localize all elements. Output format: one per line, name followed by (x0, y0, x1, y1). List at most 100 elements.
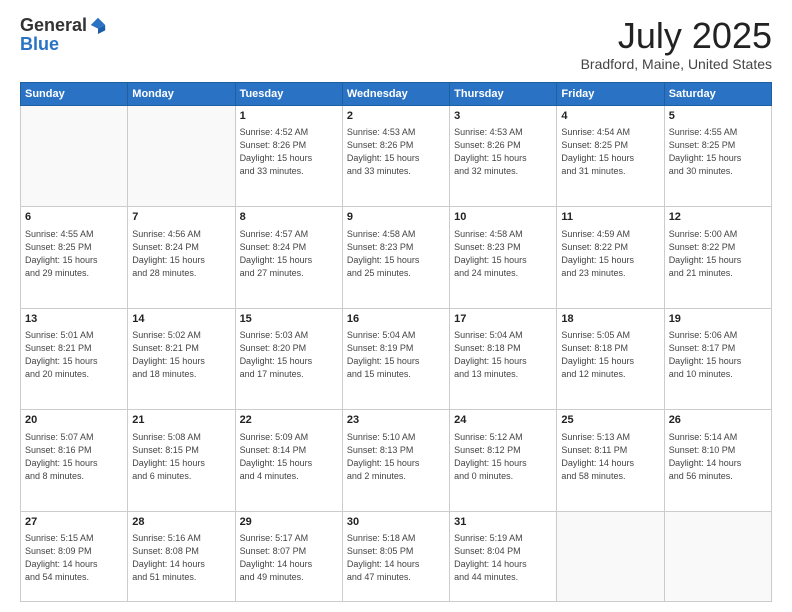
day-number: 19 (669, 312, 767, 327)
day-info: Sunrise: 5:19 AM Sunset: 8:04 PM Dayligh… (454, 532, 552, 584)
day-info: Sunrise: 4:57 AM Sunset: 8:24 PM Dayligh… (240, 228, 338, 280)
calendar-week-4: 20 Sunrise: 5:07 AM Sunset: 8:16 PM Dayli… (21, 410, 772, 512)
calendar-header-tuesday: Tuesday (235, 82, 342, 105)
logo-text: General (20, 16, 107, 34)
day-info: Sunrise: 4:56 AM Sunset: 8:24 PM Dayligh… (132, 228, 230, 280)
day-number: 21 (132, 413, 230, 428)
calendar-header-monday: Monday (128, 82, 235, 105)
calendar-cell: 15Sunrise: 5:03 AM Sunset: 8:20 PM Dayli… (235, 308, 342, 410)
day-number: 2 (347, 109, 445, 124)
day-number: 9 (347, 210, 445, 225)
day-info: Sunrise: 5:12 AM Sunset: 8:12 PM Dayligh… (454, 431, 552, 483)
calendar-header-friday: Friday (557, 82, 664, 105)
calendar-cell: 18 Sunrise: 5:05 AM Sunset: 8:18 PM Dayli… (557, 308, 664, 410)
calendar-cell (128, 105, 235, 207)
calendar-cell: 9 Sunrise: 4:58 AM Sunset: 8:23 PM Daylig… (342, 207, 449, 309)
calendar-cell: 25 Sunrise: 5:13 AM Sunset: 8:11 PM Dayli… (557, 410, 664, 512)
subtitle: Bradford, Maine, United States (581, 56, 772, 72)
day-info: Sunrise: 4:55 AM Sunset: 8:25 PM Dayligh… (25, 228, 123, 280)
day-info: Sunrise: 4:53 AM Sunset: 8:26 PM Dayligh… (454, 126, 552, 178)
calendar-cell: 20 Sunrise: 5:07 AM Sunset: 8:16 PM Dayli… (21, 410, 128, 512)
calendar-header-thursday: Thursday (450, 82, 557, 105)
day-info: Sunrise: 5:06 AM Sunset: 8:17 PM Dayligh… (669, 329, 767, 381)
calendar-cell (21, 105, 128, 207)
calendar-cell: 3 Sunrise: 4:53 AM Sunset: 8:26 PM Daylig… (450, 105, 557, 207)
day-info: Sunrise: 5:15 AM Sunset: 8:09 PM Dayligh… (25, 532, 123, 584)
calendar-header-wednesday: Wednesday (342, 82, 449, 105)
logo-icon (89, 16, 107, 34)
day-info: Sunrise: 5:05 AM Sunset: 8:18 PM Dayligh… (561, 329, 659, 381)
day-number: 1 (240, 109, 338, 124)
day-number: 22 (240, 413, 338, 428)
calendar-cell: 10 Sunrise: 4:58 AM Sunset: 8:23 PM Dayli… (450, 207, 557, 309)
day-number: 29 (240, 515, 338, 530)
day-number: 13 (25, 312, 123, 327)
day-number: 4 (561, 109, 659, 124)
logo-blue-text: Blue (20, 34, 59, 54)
day-number: 6 (25, 210, 123, 225)
title-area: July 2025 Bradford, Maine, United States (581, 16, 772, 72)
day-number: 14 (132, 312, 230, 327)
day-number: 12 (669, 210, 767, 225)
day-info: Sunrise: 4:55 AM Sunset: 8:25 PM Dayligh… (669, 126, 767, 178)
day-number: 10 (454, 210, 552, 225)
calendar-cell (664, 511, 771, 601)
day-number: 30 (347, 515, 445, 530)
calendar-cell: 29Sunrise: 5:17 AM Sunset: 8:07 PM Dayli… (235, 511, 342, 601)
day-info: Sunrise: 4:59 AM Sunset: 8:22 PM Dayligh… (561, 228, 659, 280)
calendar-cell: 16Sunrise: 5:04 AM Sunset: 8:19 PM Dayli… (342, 308, 449, 410)
day-info: Sunrise: 5:07 AM Sunset: 8:16 PM Dayligh… (25, 431, 123, 483)
calendar-week-5: 27 Sunrise: 5:15 AM Sunset: 8:09 PM Dayli… (21, 511, 772, 601)
calendar-header-saturday: Saturday (664, 82, 771, 105)
day-number: 25 (561, 413, 659, 428)
day-number: 20 (25, 413, 123, 428)
logo: General Blue (20, 16, 107, 55)
calendar-cell: 23 Sunrise: 5:10 AM Sunset: 8:13 PM Dayli… (342, 410, 449, 512)
calendar-cell: 1 Sunrise: 4:52 AM Sunset: 8:26 PM Daylig… (235, 105, 342, 207)
day-number: 15 (240, 312, 338, 327)
day-number: 18 (561, 312, 659, 327)
calendar-cell: 22Sunrise: 5:09 AM Sunset: 8:14 PM Dayli… (235, 410, 342, 512)
day-number: 27 (25, 515, 123, 530)
day-number: 16 (347, 312, 445, 327)
calendar-cell: 5Sunrise: 4:55 AM Sunset: 8:25 PM Daylig… (664, 105, 771, 207)
calendar-cell: 28Sunrise: 5:16 AM Sunset: 8:08 PM Dayli… (128, 511, 235, 601)
day-number: 26 (669, 413, 767, 428)
calendar-cell: 27 Sunrise: 5:15 AM Sunset: 8:09 PM Dayli… (21, 511, 128, 601)
day-info: Sunrise: 4:52 AM Sunset: 8:26 PM Dayligh… (240, 126, 338, 178)
calendar-cell: 6 Sunrise: 4:55 AM Sunset: 8:25 PM Daylig… (21, 207, 128, 309)
day-number: 23 (347, 413, 445, 428)
calendar-week-2: 6 Sunrise: 4:55 AM Sunset: 8:25 PM Daylig… (21, 207, 772, 309)
day-info: Sunrise: 5:00 AM Sunset: 8:22 PM Dayligh… (669, 228, 767, 280)
calendar-cell: 13Sunrise: 5:01 AM Sunset: 8:21 PM Dayli… (21, 308, 128, 410)
calendar-cell: 12 Sunrise: 5:00 AM Sunset: 8:22 PM Dayli… (664, 207, 771, 309)
day-info: Sunrise: 5:14 AM Sunset: 8:10 PM Dayligh… (669, 431, 767, 483)
day-info: Sunrise: 4:54 AM Sunset: 8:25 PM Dayligh… (561, 126, 659, 178)
day-number: 31 (454, 515, 552, 530)
calendar-cell: 11 Sunrise: 4:59 AM Sunset: 8:22 PM Dayli… (557, 207, 664, 309)
calendar-cell: 24Sunrise: 5:12 AM Sunset: 8:12 PM Dayli… (450, 410, 557, 512)
day-info: Sunrise: 5:18 AM Sunset: 8:05 PM Dayligh… (347, 532, 445, 584)
calendar-week-1: 1 Sunrise: 4:52 AM Sunset: 8:26 PM Daylig… (21, 105, 772, 207)
day-info: Sunrise: 5:08 AM Sunset: 8:15 PM Dayligh… (132, 431, 230, 483)
calendar-week-3: 13Sunrise: 5:01 AM Sunset: 8:21 PM Dayli… (21, 308, 772, 410)
calendar-cell: 7 Sunrise: 4:56 AM Sunset: 8:24 PM Daylig… (128, 207, 235, 309)
day-number: 8 (240, 210, 338, 225)
header: General Blue July 2025 Bradford, Maine, … (20, 16, 772, 72)
page: General Blue July 2025 Bradford, Maine, … (0, 0, 792, 612)
calendar-cell: 21 Sunrise: 5:08 AM Sunset: 8:15 PM Dayli… (128, 410, 235, 512)
calendar-cell: 30 Sunrise: 5:18 AM Sunset: 8:05 PM Dayli… (342, 511, 449, 601)
day-number: 7 (132, 210, 230, 225)
day-info: Sunrise: 5:10 AM Sunset: 8:13 PM Dayligh… (347, 431, 445, 483)
logo-general: General (20, 16, 87, 34)
day-info: Sunrise: 4:58 AM Sunset: 8:23 PM Dayligh… (454, 228, 552, 280)
calendar-cell: 17Sunrise: 5:04 AM Sunset: 8:18 PM Dayli… (450, 308, 557, 410)
day-number: 11 (561, 210, 659, 225)
day-info: Sunrise: 5:16 AM Sunset: 8:08 PM Dayligh… (132, 532, 230, 584)
day-info: Sunrise: 4:58 AM Sunset: 8:23 PM Dayligh… (347, 228, 445, 280)
calendar-cell: 8 Sunrise: 4:57 AM Sunset: 8:24 PM Daylig… (235, 207, 342, 309)
calendar-header-sunday: Sunday (21, 82, 128, 105)
day-info: Sunrise: 5:13 AM Sunset: 8:11 PM Dayligh… (561, 431, 659, 483)
day-number: 3 (454, 109, 552, 124)
main-title: July 2025 (581, 16, 772, 56)
